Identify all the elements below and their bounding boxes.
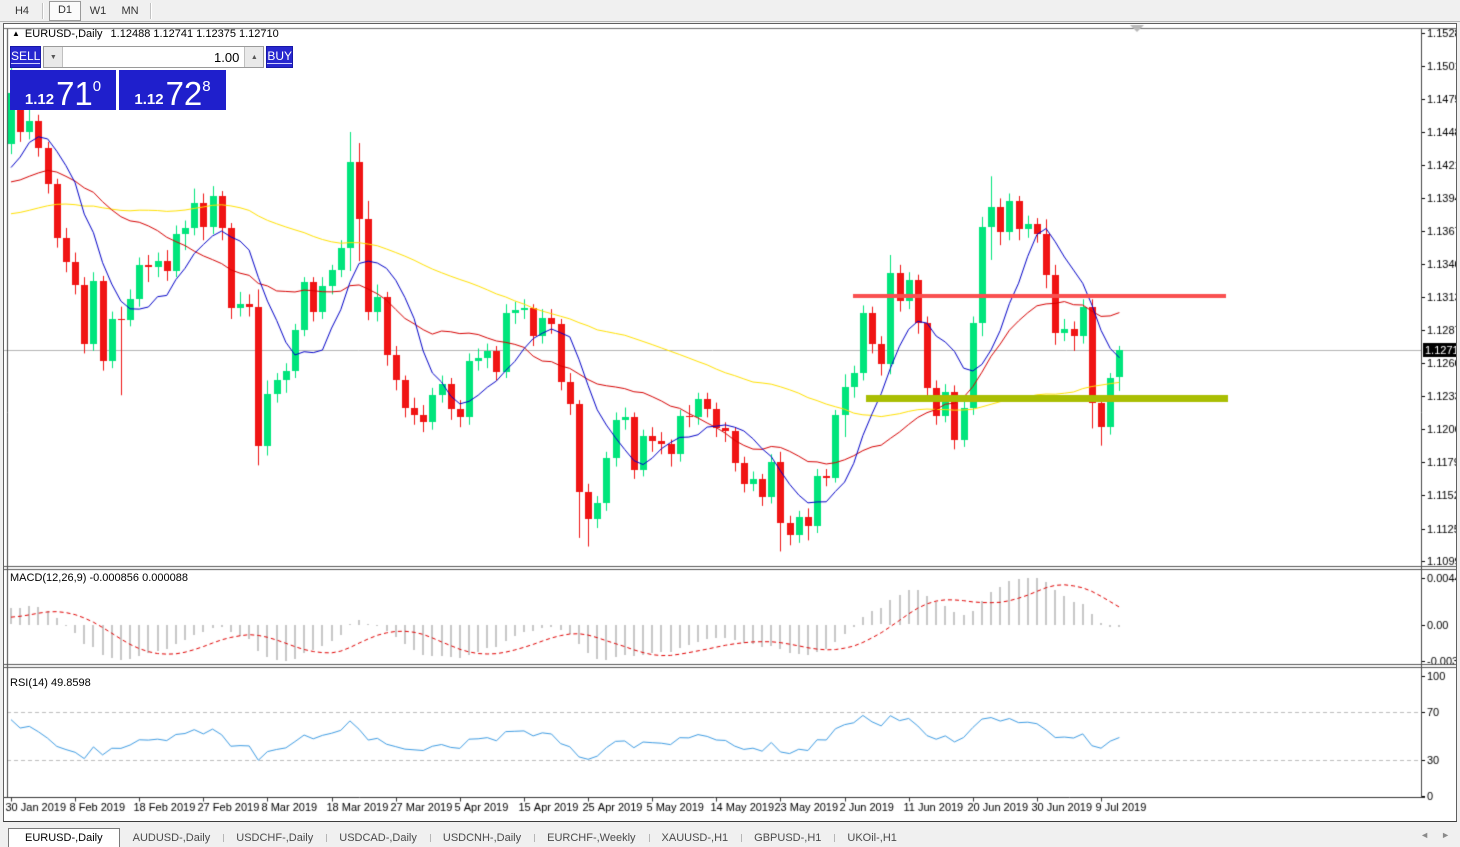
timeframe-toolbar: H4 D1 W1 MN (0, 0, 1460, 22)
tab-gbpusd-h1[interactable]: GBPUSD-,H1 (741, 829, 834, 847)
tab-usdcad-daily[interactable]: USDCAD-,Daily (326, 829, 430, 847)
volume-decrease-button[interactable]: ▼ (44, 47, 63, 67)
chart-window (3, 23, 1457, 822)
tab-ukoil-h1[interactable]: UKOil-,H1 (834, 829, 910, 847)
volume-increase-button[interactable]: ▲ (244, 47, 263, 67)
rsi-indicator-label: RSI(14) 49.8598 (10, 677, 91, 689)
sell-price-big: 71 (56, 81, 93, 107)
timeframe-button-h4[interactable]: H4 (7, 2, 37, 20)
buy-button[interactable]: BUY (266, 46, 293, 68)
buy-button-label: BUY (267, 50, 292, 64)
volume-stepper: ▼ ▲ (43, 46, 264, 68)
tab-scroll-left-icon[interactable]: ◄ (1420, 830, 1429, 840)
one-click-trading-panel: SELL ▼ ▲ BUY 1.12 71 0 1.12 72 8 (10, 46, 228, 110)
sell-button-label: SELL (11, 50, 40, 64)
app: H4 D1 W1 MN ▲ EURUSD-,Daily 1.12488 1.1274… (0, 0, 1460, 847)
panel-collapse-icon[interactable]: ▲ (12, 29, 20, 38)
sell-price-prefix: 1.12 (25, 92, 54, 107)
toolbar-separator (150, 3, 152, 19)
macd-indicator-label: MACD(12,26,9) -0.000856 0.000088 (10, 572, 188, 584)
ohlc-values: 1.12488 1.12741 1.12375 1.12710 (111, 28, 279, 40)
volume-input[interactable] (63, 47, 244, 67)
buy-price-sup: 8 (202, 79, 210, 94)
tab-usdcnh-daily[interactable]: USDCNH-,Daily (430, 829, 534, 847)
symbol-period-label: EURUSD-,Daily (25, 28, 103, 40)
tab-xauusd-h1[interactable]: XAUUSD-,H1 (649, 829, 742, 847)
chart-tab-bar: EURUSD-,Daily AUDUSD-,Daily USDCHF-,Dail… (0, 822, 1460, 847)
timeframe-button-d1[interactable]: D1 (49, 1, 81, 21)
tab-audusd-daily[interactable]: AUDUSD-,Daily (120, 829, 224, 847)
buy-price-big: 72 (166, 81, 203, 107)
sell-price-box[interactable]: 1.12 71 0 (10, 70, 116, 110)
timeframe-button-w1[interactable]: W1 (83, 2, 113, 20)
timeframe-button-mn[interactable]: MN (115, 2, 145, 20)
tab-eurusd-daily[interactable]: EURUSD-,Daily (8, 828, 120, 847)
spin-up-icon: ▲ (251, 54, 258, 61)
sell-button[interactable]: SELL (10, 46, 41, 68)
sell-price-sup: 0 (93, 79, 101, 94)
chart-title: ▲ EURUSD-,Daily 1.12488 1.12741 1.12375 1.… (12, 28, 279, 40)
spin-down-icon: ▼ (50, 54, 57, 61)
toolbar-separator (42, 3, 44, 19)
buy-price-box[interactable]: 1.12 72 8 (119, 70, 226, 110)
tab-scroll-arrows: ◄ ► (1420, 830, 1450, 840)
tab-eurchf-weekly[interactable]: EURCHF-,Weekly (534, 829, 648, 847)
price-chart-canvas[interactable] (4, 24, 1456, 821)
tab-scroll-right-icon[interactable]: ► (1441, 830, 1450, 840)
tab-usdchf-daily[interactable]: USDCHF-,Daily (223, 829, 326, 847)
buy-price-prefix: 1.12 (134, 92, 163, 107)
